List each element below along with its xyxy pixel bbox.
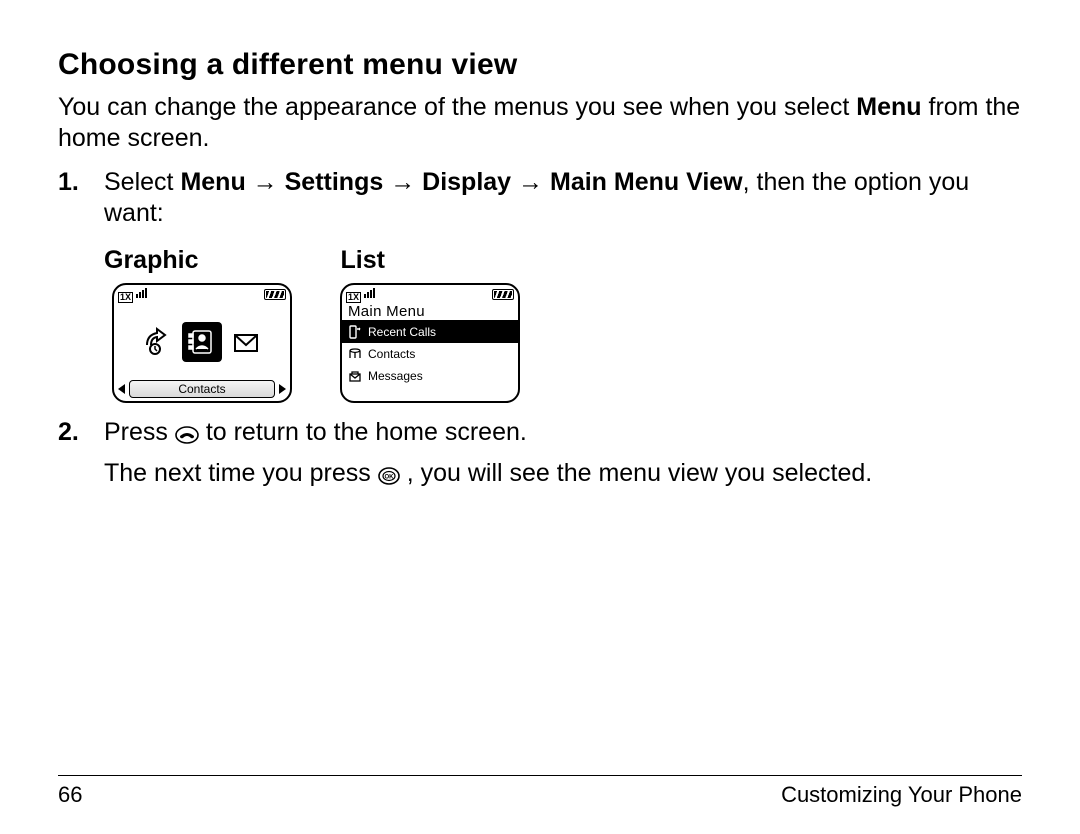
battery-icon [264, 289, 286, 300]
intro-paragraph: You can change the appearance of the men… [58, 92, 1022, 153]
step-2-line2-pre: The next time you press [104, 459, 378, 487]
step-1-number: 1. [58, 167, 79, 198]
recent-calls-row-icon [348, 325, 362, 339]
step-2-line1-post: to return to the home screen. [206, 418, 527, 446]
nav-display: Display [422, 168, 511, 196]
label-graphic: Graphic [104, 246, 198, 275]
step-2-line2-post: , you will see the menu view you selecte… [407, 459, 873, 487]
list-view-preview: 1X Main Menu Recent Calls Contac [340, 283, 520, 403]
list-item-label: Messages [368, 369, 423, 383]
status-bar: 1X [114, 285, 290, 303]
battery-icon [492, 289, 514, 300]
nav-left-icon [118, 384, 125, 394]
intro-text-pre: You can change the appearance of the men… [58, 93, 856, 121]
page-number: 66 [58, 782, 82, 808]
intro-bold-menu: Menu [856, 93, 921, 121]
recent-calls-icon [138, 322, 178, 362]
svg-text:OK: OK [384, 474, 394, 480]
nav-settings: Settings [285, 168, 384, 196]
footer-section: Customizing Your Phone [781, 782, 1022, 808]
label-list: List [340, 246, 384, 275]
end-key-icon [175, 421, 199, 452]
step-2-line1-pre: Press [104, 418, 175, 446]
arrow-3: → [511, 168, 550, 196]
messages-icon [226, 322, 266, 362]
list-title: Main Menu [342, 303, 518, 321]
nav-menu: Menu [180, 168, 245, 196]
contacts-label: Contacts [129, 380, 275, 398]
messages-row-icon [348, 369, 362, 383]
signal-icon: 1X [346, 285, 375, 303]
graphic-view-preview: 1X C [112, 283, 292, 403]
list-item-recent-calls: Recent Calls [342, 321, 518, 343]
signal-icon: 1X [118, 285, 147, 303]
step-2-number: 2. [58, 417, 79, 448]
step-1-pre: Select [104, 168, 180, 196]
nav-right-icon [279, 384, 286, 394]
nav-main-menu-view: Main Menu View [550, 168, 743, 196]
list-item-messages: Messages [342, 365, 518, 387]
page-footer: 66 Customizing Your Phone [58, 775, 1022, 808]
arrow-1: → [246, 168, 285, 196]
step-2: 2. Press to return to the home screen. T… [104, 417, 1022, 492]
list-item-label: Contacts [368, 347, 415, 361]
arrow-2: → [383, 168, 422, 196]
status-bar: 1X [342, 285, 518, 303]
contacts-icon [182, 322, 222, 362]
step-1: 1. Select Menu → Settings → Display → Ma… [104, 167, 1022, 228]
section-heading: Choosing a different menu view [58, 48, 1022, 82]
ok-key-icon: OK [378, 462, 400, 493]
list-item-label: Recent Calls [368, 325, 436, 339]
list-item-contacts: Contacts [342, 343, 518, 365]
contacts-row-icon [348, 347, 362, 361]
